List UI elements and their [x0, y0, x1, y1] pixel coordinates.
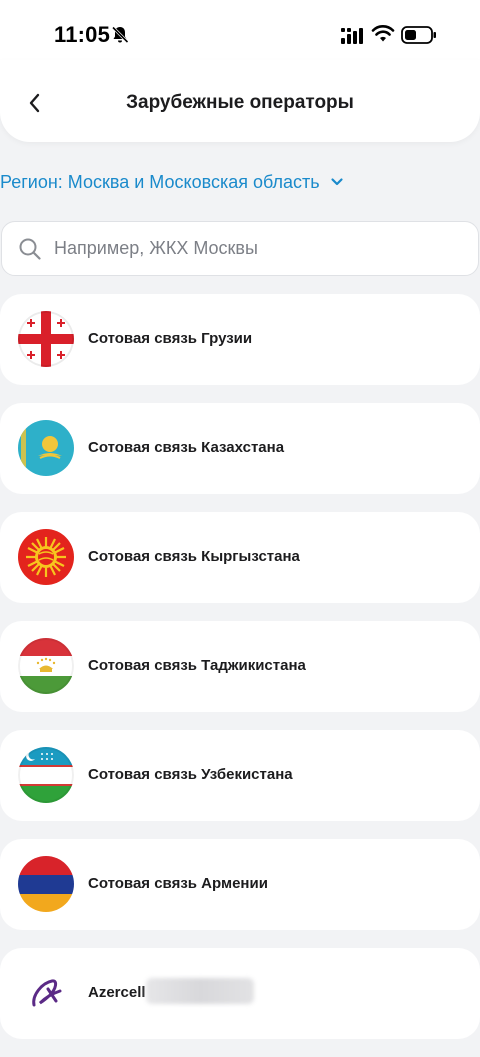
kyrgyzstan-flag-icon [18, 529, 74, 585]
operator-item-armenia[interactable]: Сотовая связь Армении [0, 839, 480, 930]
region-selector[interactable]: Регион: Москва и Московская область [0, 168, 344, 196]
operator-item-uzbekistan[interactable]: Сотовая связь Узбекистана [0, 730, 480, 821]
operator-name: Сотовая связь Узбекистана [88, 766, 293, 783]
redacted-text [146, 978, 254, 1004]
search-box[interactable] [1, 221, 479, 276]
operator-name: Сотовая связь Таджикистана [88, 657, 306, 674]
status-time: 11:05 [54, 22, 111, 47]
operator-item-azercell[interactable]: Azercell [0, 948, 480, 1039]
operator-list: Сотовая связь Грузии Сотовая связь Казах… [0, 294, 480, 1057]
page-title: Зарубежные операторы [126, 92, 354, 113]
operator-item-kazakhstan[interactable]: Сотовая связь Казахстана [0, 403, 480, 494]
operator-name: Сотовая связь Казахстана [88, 439, 285, 456]
chevron-down-icon [331, 178, 343, 186]
header: Зарубежные операторы [0, 60, 480, 142]
operator-name: Сотовая связь Грузии [88, 330, 253, 347]
search-input[interactable] [54, 238, 454, 259]
signal-icon [341, 28, 363, 44]
operator-item-kyrgyzstan[interactable]: Сотовая связь Кыргызстана [0, 512, 480, 603]
operator-item-tajikistan[interactable]: Сотовая связь Таджикистана [0, 621, 480, 712]
bell-slash-icon [111, 26, 129, 44]
tajikistan-flag-icon [18, 638, 74, 694]
uzbekistan-flag-icon [18, 747, 74, 803]
battery-icon [401, 26, 436, 44]
region-label: Регион: Москва и Московская область [0, 171, 320, 192]
operator-item-georgia[interactable]: Сотовая связь Грузии [0, 294, 480, 385]
georgia-flag-icon [18, 311, 74, 367]
wifi-icon [371, 25, 395, 42]
operator-name: Сотовая связь Армении [88, 875, 268, 892]
search-icon [19, 238, 41, 260]
operator-name: Azercell [88, 984, 146, 1001]
azercell-logo-icon [18, 965, 74, 1021]
armenia-flag-icon [18, 856, 74, 912]
kazakhstan-flag-icon [18, 420, 74, 476]
operator-name: Сотовая связь Кыргызстана [88, 548, 300, 565]
